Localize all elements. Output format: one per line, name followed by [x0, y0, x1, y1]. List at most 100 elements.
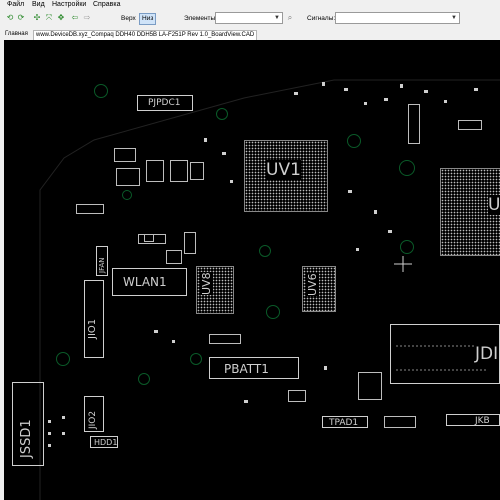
pad	[356, 248, 359, 251]
component	[209, 334, 241, 344]
pad	[172, 340, 175, 343]
component	[166, 250, 182, 264]
pad	[244, 400, 248, 403]
search-icon[interactable]: ⌕	[286, 14, 294, 22]
view-bottom-button[interactable]: Низ	[139, 13, 157, 25]
pad	[294, 92, 298, 95]
zoom-out-icon[interactable]: ⟳	[17, 14, 25, 22]
tab-bar: Главная www.DeviceDB.xyz_Compaq DDH40 DD…	[0, 28, 500, 40]
pad	[322, 82, 325, 86]
jfan-label: JFAN	[98, 257, 106, 273]
component-jfan[interactable]: JFAN	[96, 246, 108, 276]
pad	[48, 432, 51, 435]
pad	[154, 330, 158, 333]
pad	[374, 210, 377, 214]
board-canvas[interactable]: PJPDC1 UV1 U WLAN1 UV8 UV6 JFAN JIO1 PBA…	[4, 40, 500, 500]
component	[384, 416, 416, 428]
u-label: U	[488, 195, 500, 215]
mounting-hole	[138, 373, 150, 385]
pad	[62, 432, 65, 435]
component	[76, 204, 104, 214]
jio2-label: JIO2	[88, 410, 98, 429]
pad	[444, 100, 447, 103]
expand-icon[interactable]: ✥	[57, 14, 65, 22]
component-tpad1[interactable]: TPAD1	[322, 416, 368, 428]
component	[114, 148, 136, 162]
fit-icon[interactable]: ⤧	[45, 14, 53, 22]
mounting-hole	[190, 353, 202, 365]
elements-label: Элементы:	[184, 15, 217, 22]
component	[144, 234, 154, 242]
menu-help[interactable]: Справка	[93, 1, 120, 8]
mounting-hole	[56, 352, 70, 366]
jdi-label: JDI	[475, 344, 499, 364]
component	[146, 160, 164, 182]
component	[170, 160, 188, 182]
pjpdc1-label: PJPDC1	[148, 98, 181, 108]
mounting-hole	[122, 190, 132, 200]
hdd1-label: HDD1	[94, 438, 118, 447]
pad	[324, 366, 327, 370]
tab-boardview[interactable]: www.DeviceDB.xyz_Compaq DDH40 DDH5B LA-F…	[33, 30, 258, 40]
menu-file[interactable]: Файл	[7, 1, 24, 8]
pad	[204, 138, 207, 142]
jssd1-label: JSSD1	[19, 419, 34, 458]
component-jdi[interactable]: JDI	[390, 324, 500, 384]
chevron-down-icon[interactable]: ▼	[450, 13, 458, 23]
pad	[48, 420, 51, 423]
menu-bar: Файл Вид Настройки Справка	[0, 0, 500, 10]
component-pjpdc1[interactable]: PJPDC1	[137, 95, 193, 111]
component-pbatt1[interactable]: PBATT1	[209, 357, 299, 379]
pad	[344, 88, 348, 91]
component	[184, 232, 196, 254]
pad	[388, 230, 392, 233]
jkb-label: JKB	[475, 416, 490, 426]
component	[458, 120, 482, 130]
zoom-in-icon[interactable]: ⟲	[6, 14, 14, 22]
uv1-label: UV1	[266, 160, 301, 180]
elements-combo[interactable]: ▼	[215, 12, 283, 24]
forward-arrow-icon[interactable]: ⇨	[83, 14, 91, 22]
menu-view[interactable]: Вид	[32, 1, 45, 8]
pad	[474, 88, 478, 91]
component	[358, 372, 382, 400]
component-jio1[interactable]: JIO1	[84, 280, 104, 358]
mounting-hole	[347, 134, 361, 148]
component-hdd1[interactable]: HDD1	[90, 436, 118, 448]
wlan1-label: WLAN1	[123, 275, 167, 289]
tab-home[interactable]: Главная	[3, 30, 30, 39]
component	[408, 104, 420, 144]
component-jio2[interactable]: JIO2	[84, 396, 104, 432]
mounting-hole	[216, 108, 228, 120]
tpad1-label: TPAD1	[329, 418, 359, 428]
mounting-hole	[259, 245, 271, 257]
mounting-hole	[266, 305, 280, 319]
mounting-hole	[399, 160, 415, 176]
signals-combo[interactable]: ▼	[335, 12, 460, 24]
pad	[348, 190, 352, 193]
component	[116, 168, 140, 186]
pbatt1-label: PBATT1	[224, 362, 269, 376]
mounting-hole	[400, 240, 414, 254]
signals-label: Сигналы:	[307, 15, 336, 22]
uv8-label: UV8	[200, 272, 213, 295]
pad	[424, 90, 428, 93]
menu-settings[interactable]: Настройки	[52, 1, 86, 8]
pad	[222, 152, 226, 155]
component	[190, 162, 204, 180]
component-wlan1[interactable]: WLAN1	[112, 268, 187, 296]
rotate-icon[interactable]: ✣	[33, 14, 41, 22]
pad	[400, 84, 403, 88]
toolbar: ⟲ ⟳ ✣ ⤧ ✥ ⇦ ⇨ Верх Низ Элементы: ▼ ⌕ Сиг…	[0, 10, 500, 29]
component	[288, 390, 306, 402]
pad	[62, 416, 65, 419]
back-arrow-icon[interactable]: ⇦	[71, 14, 79, 22]
uv6-label: UV6	[306, 273, 319, 296]
view-top-label[interactable]: Верх	[121, 15, 136, 22]
component-jssd1[interactable]: JSSD1	[12, 382, 44, 466]
pad	[230, 180, 233, 183]
board-outline	[39, 79, 500, 500]
component-jkb[interactable]: JKB	[446, 414, 500, 426]
chevron-down-icon[interactable]: ▼	[273, 13, 281, 23]
jio1-label: JIO1	[87, 318, 98, 339]
